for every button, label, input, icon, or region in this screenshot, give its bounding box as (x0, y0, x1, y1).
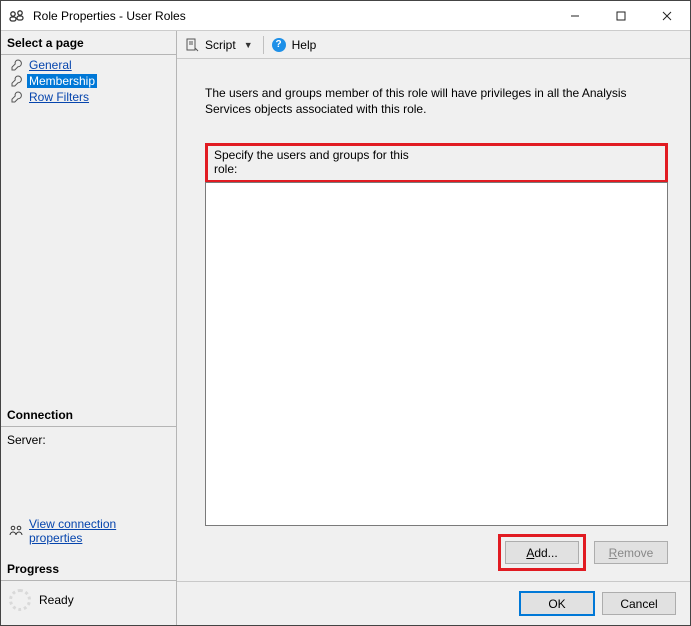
progress-spinner-icon (9, 589, 31, 611)
highlight-add-button: Add... (498, 534, 586, 571)
remove-button-label: Remove (609, 546, 654, 560)
member-buttons-row: Add... Remove (205, 526, 668, 571)
main-panel: Script ▼ ? Help The users and groups mem… (177, 31, 690, 625)
help-icon: ? (272, 38, 286, 52)
sidebar-item-row-filters[interactable]: Row Filters (1, 89, 176, 105)
add-button[interactable]: Add... (505, 541, 579, 564)
titlebar: Role Properties - User Roles (1, 1, 690, 31)
sidebar-item-general[interactable]: General (1, 57, 176, 73)
view-connection-properties-link[interactable]: View connection properties (29, 517, 170, 545)
connection-link-row: View connection properties (1, 513, 176, 557)
minimize-button[interactable] (552, 1, 598, 30)
close-button[interactable] (644, 1, 690, 30)
wrench-icon (11, 91, 23, 103)
sidebar-item-membership[interactable]: Membership (1, 73, 176, 89)
wrench-icon (11, 75, 23, 87)
highlight-specify-label: Specify the users and groups for this ro… (205, 143, 668, 183)
progress-body: Ready (1, 581, 176, 625)
sidebar-spacer (1, 107, 176, 403)
window-buttons (552, 1, 690, 30)
toolbar: Script ▼ ? Help (177, 31, 690, 59)
dialog-body: Select a page General Membership (1, 31, 690, 625)
add-button-label: Add... (526, 546, 557, 560)
content-area: The users and groups member of this role… (177, 59, 690, 581)
script-dropdown-icon[interactable]: ▼ (242, 40, 255, 50)
app-icon (9, 8, 25, 24)
server-label: Server: (7, 433, 170, 447)
sidebar-item-label: Membership (27, 74, 97, 88)
script-icon (185, 38, 199, 52)
help-button[interactable]: Help (292, 38, 317, 52)
connection-body: Server: (1, 427, 176, 513)
sidebar-item-label: Row Filters (27, 90, 91, 104)
remove-button[interactable]: Remove (594, 541, 668, 564)
cancel-button[interactable]: Cancel (602, 592, 676, 615)
description-text: The users and groups member of this role… (205, 85, 668, 117)
page-list: General Membership Row Filters (1, 55, 176, 107)
maximize-button[interactable] (598, 1, 644, 30)
wrench-icon (11, 59, 23, 71)
window-title: Role Properties - User Roles (31, 9, 552, 23)
script-button[interactable]: Script (205, 38, 236, 52)
sidebar: Select a page General Membership (1, 31, 177, 625)
connection-icon (9, 523, 23, 540)
progress-header: Progress (1, 557, 176, 581)
ok-button[interactable]: OK (520, 592, 594, 615)
dialog-window: Role Properties - User Roles Select a pa… (0, 0, 691, 626)
connection-header: Connection (1, 403, 176, 427)
specify-label: Specify the users and groups for this ro… (208, 146, 440, 180)
select-page-header: Select a page (1, 31, 176, 55)
progress-status: Ready (39, 593, 74, 607)
members-listbox[interactable] (205, 182, 668, 526)
dialog-footer: OK Cancel (177, 581, 690, 625)
toolbar-separator (263, 36, 264, 54)
sidebar-item-label: General (27, 58, 74, 72)
